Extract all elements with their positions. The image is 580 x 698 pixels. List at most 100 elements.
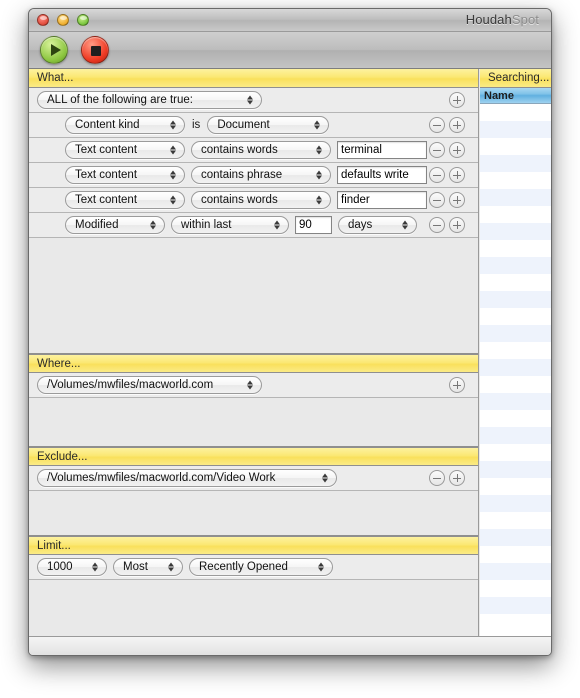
- add-exclusion-button[interactable]: [449, 470, 465, 486]
- results-row[interactable]: [480, 206, 551, 223]
- criterion-attribute-popup[interactable]: Text content: [65, 141, 185, 159]
- results-row[interactable]: [480, 257, 551, 274]
- results-row-list[interactable]: [480, 104, 551, 631]
- criterion-row: Text content contains words finder: [29, 188, 478, 213]
- chevron-updown-icon: [92, 561, 99, 574]
- results-row[interactable]: [480, 308, 551, 325]
- results-row[interactable]: [480, 325, 551, 342]
- results-row[interactable]: [480, 478, 551, 495]
- results-row[interactable]: [480, 546, 551, 563]
- what-empty-area: [29, 238, 478, 354]
- section-header-where: Where...: [29, 354, 478, 373]
- criterion-number-value: 90: [299, 219, 312, 231]
- results-row[interactable]: [480, 563, 551, 580]
- chevron-updown-icon: [314, 119, 321, 132]
- remove-criterion-button[interactable]: [429, 217, 445, 233]
- section-header-limit-label: Limit...: [37, 539, 71, 552]
- play-icon: [51, 44, 61, 56]
- criterion-attribute-popup[interactable]: Text content: [65, 191, 185, 209]
- criterion-text-input[interactable]: defaults write: [337, 166, 427, 184]
- remove-criterion-button[interactable]: [429, 167, 445, 183]
- toolbar: [29, 32, 551, 69]
- results-row[interactable]: [480, 444, 551, 461]
- criterion-operator-value: contains words: [201, 194, 278, 206]
- where-path-popup[interactable]: /Volumes/mwfiles/macworld.com: [37, 376, 262, 394]
- results-row[interactable]: [480, 597, 551, 614]
- results-row[interactable]: [480, 461, 551, 478]
- results-row[interactable]: [480, 291, 551, 308]
- boolean-row: ALL of the following are true:: [29, 88, 478, 113]
- results-row[interactable]: [480, 376, 551, 393]
- results-row[interactable]: [480, 359, 551, 376]
- results-row[interactable]: [480, 410, 551, 427]
- chevron-updown-icon: [170, 119, 177, 132]
- add-criterion-button[interactable]: [449, 167, 465, 183]
- criterion-operator-popup[interactable]: within last: [171, 216, 289, 234]
- add-criterion-button[interactable]: [449, 192, 465, 208]
- results-row[interactable]: [480, 580, 551, 597]
- results-column-header-name[interactable]: Name: [480, 88, 551, 104]
- limit-criterion-popup[interactable]: Recently Opened: [189, 558, 333, 576]
- criterion-attribute-value: Content kind: [75, 119, 140, 131]
- criterion-attribute-value: Modified: [75, 219, 119, 231]
- add-criterion-button[interactable]: [449, 217, 465, 233]
- add-location-button[interactable]: [449, 377, 465, 393]
- close-button[interactable]: [37, 14, 49, 26]
- remove-criterion-button[interactable]: [429, 192, 445, 208]
- results-row[interactable]: [480, 189, 551, 206]
- criterion-attribute-popup[interactable]: Content kind: [65, 116, 185, 134]
- remove-exclusion-button[interactable]: [429, 470, 445, 486]
- results-row[interactable]: [480, 614, 551, 631]
- limit-count-popup[interactable]: 1000: [37, 558, 107, 576]
- criterion-unit-popup[interactable]: days: [338, 216, 417, 234]
- results-row[interactable]: [480, 529, 551, 546]
- remove-criterion-button[interactable]: [429, 142, 445, 158]
- boolean-mode-popup[interactable]: ALL of the following are true:: [37, 91, 262, 109]
- results-row[interactable]: [480, 155, 551, 172]
- add-criterion-button[interactable]: [449, 117, 465, 133]
- criterion-operator-popup[interactable]: contains phrase: [191, 166, 331, 184]
- limit-criterion-value: Recently Opened: [199, 561, 288, 573]
- exclude-path-popup[interactable]: /Volumes/mwfiles/macworld.com/Video Work: [37, 469, 337, 487]
- chevron-updown-icon: [168, 561, 175, 574]
- chevron-updown-icon: [318, 561, 325, 574]
- section-header-what: What...: [29, 69, 478, 88]
- search-status-label: Searching...: [488, 72, 550, 84]
- criterion-text-input[interactable]: finder: [337, 191, 427, 209]
- results-row[interactable]: [480, 274, 551, 291]
- criterion-operator-popup[interactable]: contains words: [191, 191, 331, 209]
- results-row[interactable]: [480, 121, 551, 138]
- criterion-number-input[interactable]: 90: [295, 216, 332, 234]
- exclude-path-value: /Volumes/mwfiles/macworld.com/Video Work: [47, 472, 276, 484]
- criterion-attribute-popup[interactable]: Text content: [65, 166, 185, 184]
- chevron-updown-icon: [170, 144, 177, 157]
- add-criterion-button[interactable]: [449, 92, 465, 108]
- remove-criterion-button[interactable]: [429, 117, 445, 133]
- criterion-value-popup[interactable]: Document: [207, 116, 330, 134]
- results-row[interactable]: [480, 138, 551, 155]
- results-row[interactable]: [480, 172, 551, 189]
- add-criterion-button[interactable]: [449, 142, 465, 158]
- criterion-operator-value: within last: [181, 219, 232, 231]
- results-row[interactable]: [480, 342, 551, 359]
- where-row: /Volumes/mwfiles/macworld.com: [29, 373, 478, 398]
- criterion-text-input[interactable]: terminal: [337, 141, 427, 159]
- results-row[interactable]: [480, 223, 551, 240]
- criterion-text-value: defaults write: [341, 169, 409, 181]
- search-start-button[interactable]: [40, 36, 68, 64]
- results-row[interactable]: [480, 393, 551, 410]
- search-stop-button[interactable]: [81, 36, 109, 64]
- limit-order-popup[interactable]: Most: [113, 558, 183, 576]
- criterion-operator-popup[interactable]: contains words: [191, 141, 331, 159]
- results-row[interactable]: [480, 240, 551, 257]
- criterion-value-text: Document: [217, 119, 270, 131]
- minimize-button[interactable]: [57, 14, 69, 26]
- results-row[interactable]: [480, 495, 551, 512]
- results-row[interactable]: [480, 104, 551, 121]
- limit-order-value: Most: [123, 561, 148, 573]
- results-row[interactable]: [480, 512, 551, 529]
- limit-empty-area: [29, 580, 478, 602]
- results-row[interactable]: [480, 427, 551, 444]
- criterion-attribute-popup[interactable]: Modified: [65, 216, 165, 234]
- zoom-button[interactable]: [77, 14, 89, 26]
